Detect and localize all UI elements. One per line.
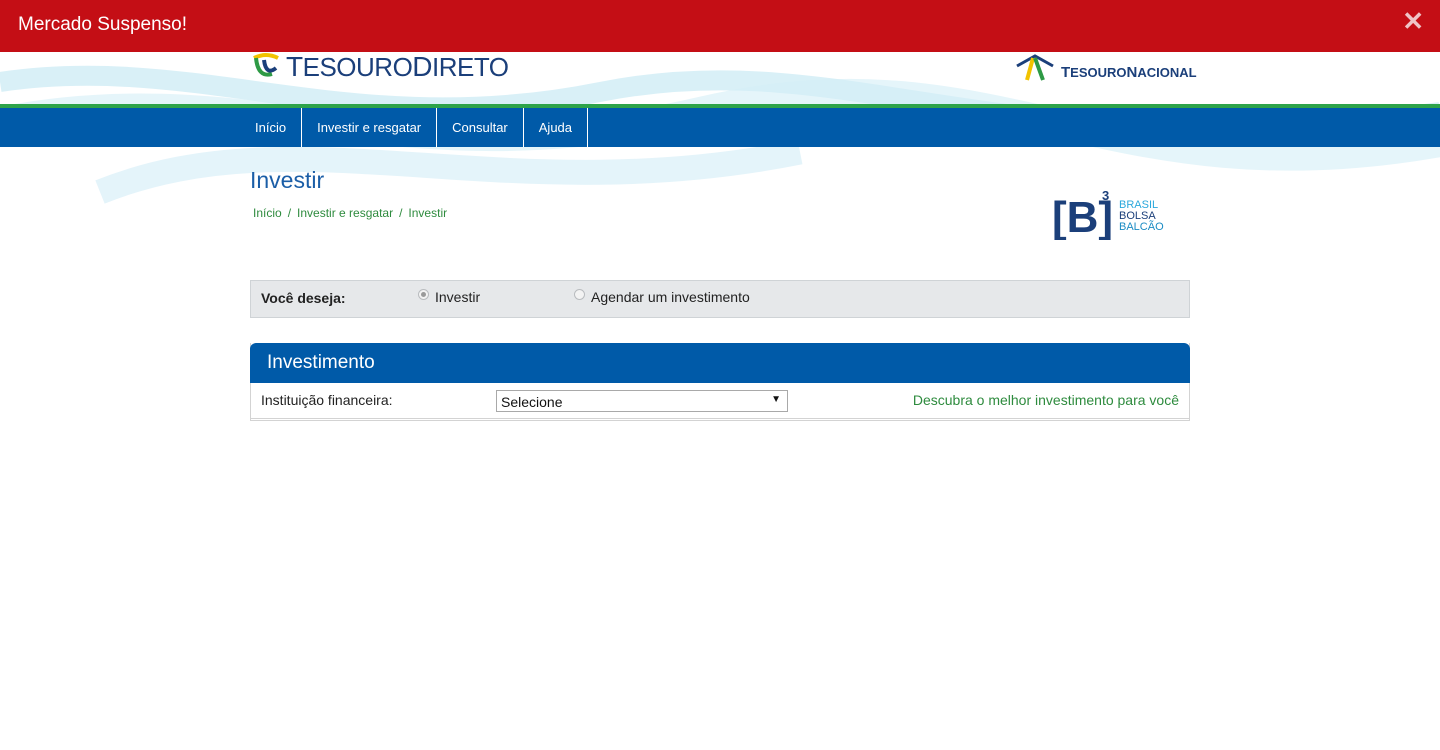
alert-message: Mercado Suspenso!	[18, 14, 187, 35]
chevron-down-icon: ▼	[771, 394, 781, 405]
nav-item-ajuda[interactable]: Ajuda	[524, 108, 589, 147]
institution-select-value: Selecione	[501, 394, 563, 410]
tesouro-direto-wordmark: TESOURODIRETO	[286, 51, 509, 82]
alert-bar: Mercado Suspenso! ✕	[0, 0, 1440, 52]
radio-investir[interactable]: Investir	[418, 288, 481, 305]
b3-logo: [B] 3 BRASIL BOLSA BALCÃO	[1052, 188, 1164, 240]
institution-label: Instituição financeira:	[261, 392, 393, 408]
tesouro-nacional-wordmark: TESOURONACIONAL	[1061, 64, 1197, 81]
nav-item-investir-resgatar[interactable]: Investir e resgatar	[302, 108, 438, 147]
choice-label: Você deseja:	[261, 290, 346, 306]
panel-header: Investimento	[250, 343, 1190, 383]
b3-balcao: BALCÃO	[1119, 220, 1164, 233]
institution-select[interactable]: Selecione ▼	[496, 390, 788, 412]
radio-agendar[interactable]: Agendar um investimento	[574, 288, 750, 305]
radio-agendar-label: Agendar um investimento	[591, 289, 750, 305]
investment-panel: Investimento Instituição financeira: Sel…	[250, 343, 1190, 421]
nav-item-consultar[interactable]: Consultar	[437, 108, 524, 147]
page-title: Investir	[250, 167, 325, 193]
nav-item-inicio[interactable]: Início	[240, 108, 303, 147]
radio-investir-label: Investir	[435, 289, 481, 305]
breadcrumb-separator: /	[287, 206, 292, 220]
breadcrumb-inicio[interactable]: Início	[253, 206, 282, 220]
radio-button-unchecked[interactable]	[574, 288, 585, 300]
tesouro-nacional-emblem-icon	[1016, 54, 1054, 81]
investment-choice: Você deseja: Investir Agendar um investi…	[250, 280, 1190, 318]
breadcrumb-investir[interactable]: Investir	[408, 206, 447, 220]
radio-button-checked[interactable]	[418, 288, 429, 300]
b3-superscript: 3	[1102, 188, 1109, 203]
institution-row: Instituição financeira: Selecione ▼ Desc…	[251, 383, 1189, 419]
close-icon[interactable]: ✕	[1402, 8, 1424, 34]
tesouro-direto-emblem-icon	[253, 53, 279, 77]
header	[0, 52, 1440, 104]
main-nav: Início Investir e resgatar Consultar Aju…	[0, 108, 1440, 147]
breadcrumb: Início / Investir e resgatar / Investir	[253, 206, 447, 220]
panel-title: Investimento	[267, 352, 375, 373]
tesouro-nacional-logo[interactable]: TESOURONACIONAL	[1015, 52, 1197, 82]
breadcrumb-investir-resgatar[interactable]: Investir e resgatar	[297, 206, 393, 220]
discover-investment-link[interactable]: Descubra o melhor investimento para você	[913, 392, 1179, 408]
breadcrumb-separator: /	[399, 206, 403, 220]
tesouro-direto-logo[interactable]: TESOURODIRETO	[250, 51, 509, 82]
